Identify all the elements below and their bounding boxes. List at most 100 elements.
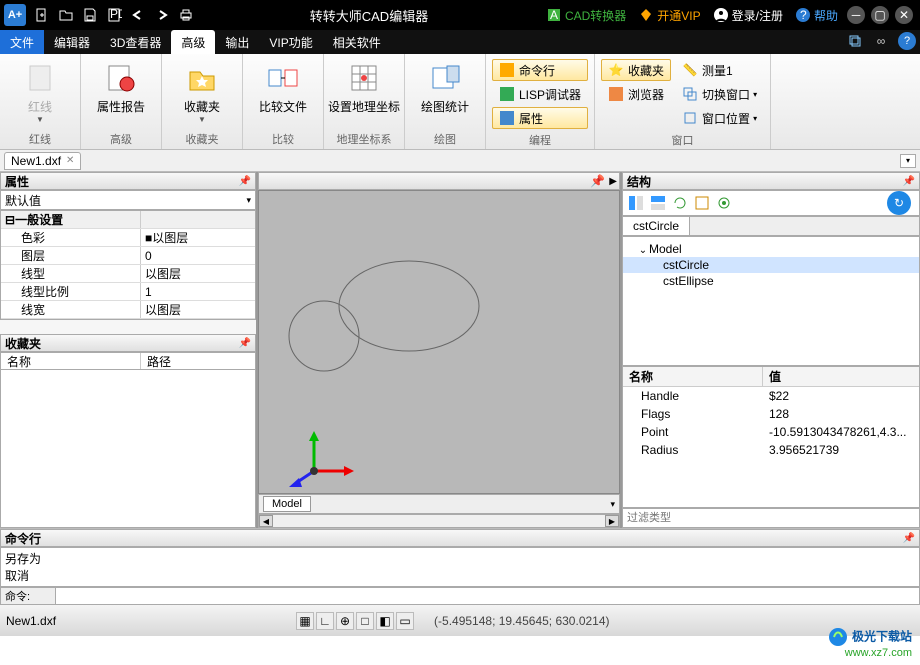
pin-icon[interactable]: 📌 bbox=[903, 176, 915, 187]
prop-row-color[interactable]: 色彩■以图层 bbox=[1, 229, 255, 247]
refresh-button[interactable]: ↻ bbox=[887, 191, 911, 215]
pin-icon[interactable]: 📌 bbox=[239, 338, 251, 349]
doc-tab[interactable]: New1.dxf✕ bbox=[4, 152, 81, 170]
doctabs-overflow[interactable]: ▾ bbox=[900, 154, 916, 168]
close-tab-icon[interactable]: ✕ bbox=[66, 155, 74, 166]
converter-button[interactable]: ACAD转换器 bbox=[546, 7, 626, 24]
snap-endpoint-icon[interactable]: ◧ bbox=[376, 612, 394, 630]
pdf-icon[interactable]: PDF bbox=[103, 4, 125, 26]
status-bar: New1.dxf ▦ ∟ ⊕ □ ◧ ▭ (-5.495148; 19.4564… bbox=[0, 604, 920, 636]
structure-toolbar: ↻ bbox=[622, 190, 920, 216]
prop-row-lweight[interactable]: 线宽以图层 bbox=[1, 301, 255, 319]
measure-button[interactable]: 📏测量1 bbox=[675, 59, 764, 81]
tree-item-circle[interactable]: cstCircle bbox=[623, 257, 919, 273]
cmd-input[interactable] bbox=[56, 588, 919, 604]
property-table: ⊟ 一般设置 色彩■以图层 图层0 线型以图层 线型比例1 线宽以图层 bbox=[0, 210, 256, 320]
draw-stats-button[interactable]: 绘图统计 bbox=[409, 56, 481, 115]
gear-icon[interactable] bbox=[715, 194, 733, 212]
maximize-button[interactable]: ▢ bbox=[871, 6, 889, 24]
prop-radius[interactable]: Radius3.956521739 bbox=[623, 441, 919, 459]
copy-icon[interactable] bbox=[844, 30, 866, 52]
refresh-small-icon[interactable] bbox=[671, 194, 689, 212]
star-folder-icon bbox=[186, 62, 218, 94]
fav-body bbox=[0, 370, 256, 528]
prop-row-lscale[interactable]: 线型比例1 bbox=[1, 283, 255, 301]
prop-row-ltype[interactable]: 线型以图层 bbox=[1, 265, 255, 283]
snap-polar-icon[interactable]: ⊕ bbox=[336, 612, 354, 630]
prop-point[interactable]: Point-10.5913043478261,4.3... bbox=[623, 423, 919, 441]
structure-panel-header: 结构📌 bbox=[622, 172, 920, 190]
menu-3dviewer[interactable]: 3D查看器 bbox=[100, 30, 171, 54]
stats-icon bbox=[429, 62, 461, 94]
print-icon[interactable] bbox=[175, 4, 197, 26]
menu-advanced[interactable]: 高级 bbox=[171, 30, 215, 54]
redline-button[interactable]: 红线▼ bbox=[4, 56, 76, 124]
winpos-icon bbox=[682, 110, 698, 126]
svg-text:PDF: PDF bbox=[110, 7, 122, 21]
menu-output[interactable]: 输出 bbox=[215, 30, 259, 54]
help-icon[interactable]: ? bbox=[898, 32, 916, 50]
pin-icon[interactable]: 📌 bbox=[903, 533, 915, 544]
prop-handle[interactable]: Handle$22 bbox=[623, 387, 919, 405]
layout2-icon[interactable] bbox=[649, 194, 667, 212]
snap-ortho-icon[interactable]: ∟ bbox=[316, 612, 334, 630]
open-icon[interactable] bbox=[55, 4, 77, 26]
geo-icon bbox=[348, 62, 380, 94]
svg-text:?: ? bbox=[800, 8, 807, 22]
props-icon bbox=[499, 110, 515, 126]
menu-related[interactable]: 相关软件 bbox=[323, 30, 391, 54]
cmdline-button[interactable]: 命令行 bbox=[492, 59, 588, 81]
lisp-icon bbox=[499, 86, 515, 102]
pin-icon[interactable]: 📌 bbox=[590, 174, 605, 188]
fav-columns: 名称路径 bbox=[0, 352, 256, 370]
filter-input[interactable] bbox=[622, 508, 920, 528]
cmd-log: 另存为 取消 bbox=[0, 547, 920, 587]
property-report-button[interactable]: 属性报告 bbox=[85, 56, 157, 115]
properties-button[interactable]: 属性 bbox=[492, 107, 588, 129]
redo-icon[interactable] bbox=[151, 4, 173, 26]
hscrollbar[interactable] bbox=[273, 515, 605, 527]
undo-icon[interactable] bbox=[127, 4, 149, 26]
switch-win-button[interactable]: 切换窗口▾ bbox=[675, 83, 764, 105]
favorites-button[interactable]: 收藏夹▼ bbox=[166, 56, 238, 124]
scroll-left[interactable]: ◀ bbox=[259, 515, 273, 527]
cmd-panel-header: 命令行📌 bbox=[0, 529, 920, 547]
close-button[interactable]: ✕ bbox=[895, 6, 913, 24]
filter-icon[interactable] bbox=[693, 194, 711, 212]
tree-tab[interactable]: cstCircle bbox=[623, 217, 690, 235]
geo-coord-button[interactable]: 设置地理坐标 bbox=[328, 56, 400, 115]
properties-panel-header: 属性📌 bbox=[0, 172, 256, 190]
prop-row-layer[interactable]: 图层0 bbox=[1, 247, 255, 265]
compare-button[interactable]: 比较文件 bbox=[247, 56, 319, 115]
layout1-icon[interactable] bbox=[627, 194, 645, 212]
pin-icon[interactable]: 📌 bbox=[239, 176, 251, 187]
login-button[interactable]: 登录/注册 bbox=[713, 7, 783, 24]
lisp-button[interactable]: LISP调试器 bbox=[492, 83, 588, 105]
snap-grid-icon[interactable]: ▦ bbox=[296, 612, 314, 630]
drawing-canvas[interactable] bbox=[258, 190, 620, 494]
prop-flags[interactable]: Flags128 bbox=[623, 405, 919, 423]
save-icon[interactable] bbox=[79, 4, 101, 26]
default-combo[interactable]: 默认值▾ bbox=[0, 190, 256, 210]
collapse-ribbon-icon[interactable]: ∞ bbox=[870, 30, 892, 52]
scroll-right[interactable]: ▶ bbox=[605, 515, 619, 527]
snap-misc-icon[interactable]: ▭ bbox=[396, 612, 414, 630]
vip-button[interactable]: 开通VIP bbox=[638, 7, 700, 24]
tab-overflow[interactable]: ▾ bbox=[610, 499, 615, 510]
menu-editor[interactable]: 编辑器 bbox=[44, 30, 100, 54]
win-pos-button[interactable]: 窗口位置▾ bbox=[675, 107, 764, 129]
snap-object-icon[interactable]: □ bbox=[356, 612, 374, 630]
new-icon[interactable] bbox=[31, 4, 53, 26]
menu-vip[interactable]: VIP功能 bbox=[259, 30, 322, 54]
tree-root[interactable]: ⌄Model bbox=[623, 241, 919, 257]
browser-icon bbox=[608, 86, 624, 102]
minimize-button[interactable]: ─ bbox=[847, 6, 865, 24]
menu-file[interactable]: 文件 bbox=[0, 30, 44, 54]
fav-icon: ⭐ bbox=[608, 62, 624, 78]
win-fav-button[interactable]: ⭐收藏夹 bbox=[601, 59, 671, 81]
structure-tree[interactable]: ⌄Model cstCircle cstEllipse bbox=[622, 236, 920, 366]
help-button[interactable]: ?帮助 bbox=[795, 7, 838, 24]
chevron-right-icon[interactable]: ▶ bbox=[609, 176, 617, 187]
win-browser-button[interactable]: 浏览器 bbox=[601, 83, 671, 105]
tree-item-ellipse[interactable]: cstEllipse bbox=[623, 273, 919, 289]
